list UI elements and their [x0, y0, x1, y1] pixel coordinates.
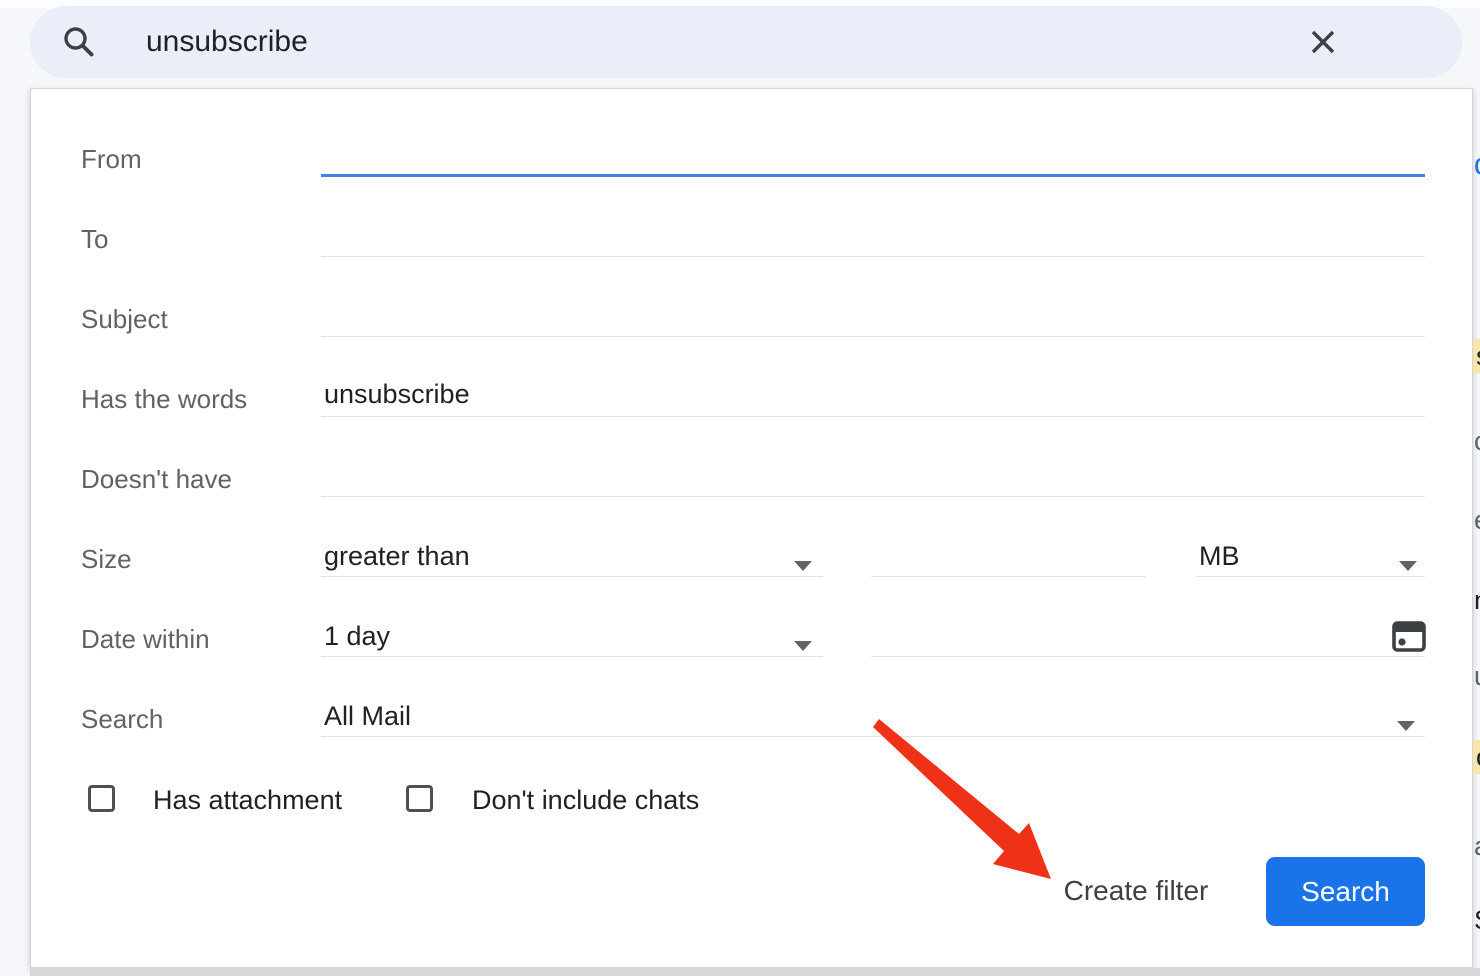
bg-text-fragment: a: [1474, 829, 1480, 863]
options-row: Has attachment Don't include chats: [31, 771, 1472, 827]
create-filter-button[interactable]: Create filter: [1028, 857, 1244, 925]
gmail-search-bar[interactable]: [30, 6, 1462, 78]
chevron-down-icon[interactable]: [794, 641, 812, 651]
search-button[interactable]: Search: [1266, 857, 1425, 926]
has-words-row: Has the words: [31, 359, 1472, 439]
dont-include-chats-checkbox[interactable]: [406, 785, 433, 812]
has-words-label: Has the words: [81, 383, 247, 415]
subject-label: Subject: [81, 303, 168, 335]
size-label: Size: [81, 543, 132, 575]
size-row: Size greater than MB: [31, 519, 1472, 599]
doesnt-have-row: Doesn't have: [31, 439, 1472, 519]
chevron-down-icon[interactable]: [1399, 561, 1417, 571]
advanced-search-dialog: From To Subject Has the words Doesn't ha…: [30, 88, 1473, 968]
to-input[interactable]: [321, 213, 1425, 257]
doesnt-have-input[interactable]: [321, 453, 1425, 497]
date-within-row: Date within 1 day: [31, 599, 1472, 679]
has-words-input[interactable]: [321, 373, 1425, 417]
search-scope-row: Search All Mail: [31, 679, 1472, 759]
from-label: From: [81, 143, 142, 175]
subject-input[interactable]: [321, 293, 1425, 337]
bg-text-fragment-highlighted: o: [1473, 740, 1480, 774]
page-bottom-strip: [30, 968, 1480, 976]
from-input[interactable]: [321, 133, 1425, 177]
clear-search-button[interactable]: [1306, 25, 1340, 59]
date-within-label: Date within: [81, 623, 210, 655]
bg-text-fragment: S: [1474, 903, 1480, 937]
close-icon: [1306, 25, 1340, 59]
to-label: To: [81, 223, 108, 255]
dialog-footer: Create filter Search: [31, 857, 1472, 925]
to-row: To: [31, 199, 1472, 279]
size-unit-select[interactable]: MB: [1196, 533, 1425, 577]
doesnt-have-label: Doesn't have: [81, 463, 232, 495]
date-within-select[interactable]: 1 day: [321, 613, 823, 657]
subject-row: Subject: [31, 279, 1472, 359]
dont-include-chats-label[interactable]: Don't include chats: [472, 784, 699, 816]
bg-text-fragment: n: [1474, 583, 1480, 617]
chevron-down-icon[interactable]: [1397, 721, 1415, 731]
bg-text-fragment: d: [1474, 148, 1480, 182]
chevron-down-icon[interactable]: [794, 561, 812, 571]
size-operator-select[interactable]: greater than: [321, 533, 823, 577]
bg-text-fragment: u: [1474, 659, 1480, 693]
search-input[interactable]: [146, 6, 1246, 78]
date-input[interactable]: [871, 613, 1425, 657]
search-icon: [62, 25, 96, 59]
bg-text-fragment-highlighted: s: [1473, 339, 1480, 373]
search-scope-label: Search: [81, 703, 163, 735]
has-attachment-label[interactable]: Has attachment: [153, 784, 342, 816]
has-attachment-checkbox[interactable]: [88, 785, 115, 812]
from-row: From: [31, 119, 1472, 199]
search-scope-select[interactable]: All Mail: [321, 693, 1425, 737]
size-amount-input[interactable]: [871, 533, 1146, 577]
date-picker-button[interactable]: [1391, 617, 1427, 653]
bg-text-fragment: e: [1474, 503, 1480, 537]
calendar-icon: [1391, 617, 1427, 653]
bg-text-fragment: c: [1474, 424, 1480, 458]
